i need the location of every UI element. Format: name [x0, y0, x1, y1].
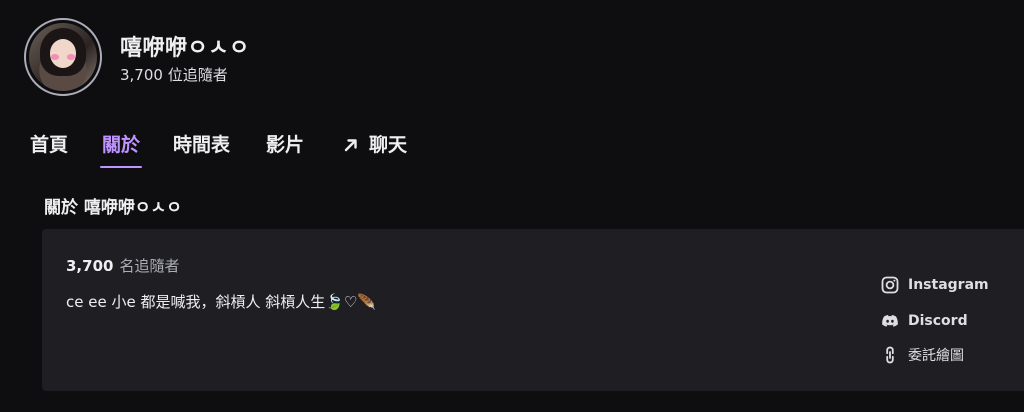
link-icon: [886, 346, 894, 364]
commission-label: 委託繪圖: [908, 348, 964, 364]
discord-link[interactable]: Discord: [880, 311, 968, 331]
tab-home[interactable]: 首頁: [30, 130, 68, 157]
instagram-icon: [881, 276, 899, 294]
about-panel: 3,700 名追隨者 ce ee 小e 都是喊我，斜槓人 斜槓人生🍃♡🪶 Inst…: [42, 229, 1024, 391]
avatar-image: [29, 23, 97, 91]
commission-link[interactable]: 委託繪圖: [880, 345, 964, 365]
channel-about-page: 嘻咿咿ㅇㅅㅇ 3,700 位追隨者 首頁 關於 時間表 影片 聊天 關於 嘻咿咿…: [0, 0, 1024, 412]
about-heading: 關於 嘻咿咿ㅇㅅㅇ: [44, 198, 182, 218]
instagram-link[interactable]: Instagram: [880, 275, 989, 295]
tab-schedule[interactable]: 時間表: [173, 130, 230, 157]
tab-chat[interactable]: 聊天: [343, 130, 407, 157]
discord-label: Discord: [908, 313, 968, 329]
panel-follower-count: 3,700 名追隨者: [66, 255, 179, 276]
external-arrow-icon: [343, 136, 359, 152]
instagram-label: Instagram: [908, 277, 989, 293]
active-tab-indicator: [100, 166, 142, 168]
channel-name: 嘻咿咿ㅇㅅㅇ: [120, 36, 250, 61]
tab-chat-label: 聊天: [369, 134, 408, 156]
channel-bio: ce ee 小e 都是喊我，斜槓人 斜槓人生🍃♡🪶: [66, 293, 377, 311]
tab-videos[interactable]: 影片: [266, 130, 304, 157]
follower-number: 3,700: [66, 257, 114, 275]
avatar[interactable]: [24, 18, 102, 96]
tab-about[interactable]: 關於: [102, 130, 140, 157]
discord-icon: [882, 315, 898, 327]
follower-label: 名追隨者: [119, 257, 180, 275]
follower-count: 3,700 位追隨者: [120, 66, 228, 84]
